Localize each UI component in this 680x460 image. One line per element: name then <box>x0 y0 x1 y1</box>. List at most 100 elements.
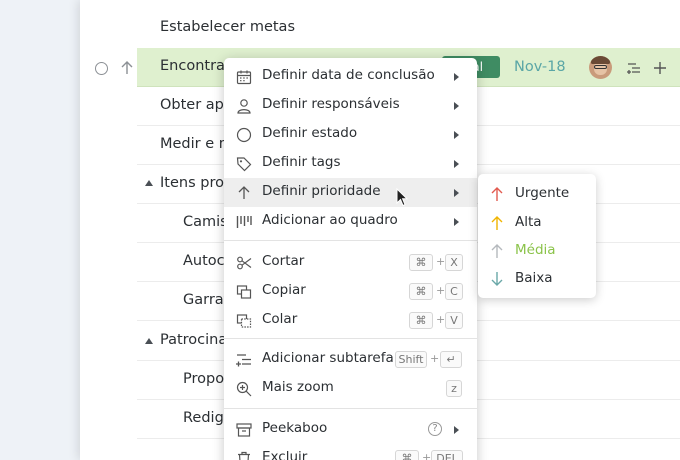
menu-item-set-tags[interactable]: Definir tags <box>224 149 477 178</box>
priority-label: Alta <box>515 214 542 230</box>
priority-option-high[interactable]: Alta <box>478 209 596 237</box>
menu-item-label: Definir estado <box>262 125 358 141</box>
menu-item-label: Mais zoom <box>262 379 334 395</box>
priority-label: Baixa <box>515 270 553 286</box>
menu-item-peekaboo[interactable]: Peekaboo ? <box>224 415 477 444</box>
board-icon <box>236 216 252 228</box>
menu-item-label: Definir tags <box>262 154 341 170</box>
paste-icon <box>236 314 252 328</box>
arrow-up-red-icon <box>491 187 503 201</box>
shortcut-plus: + <box>436 284 446 297</box>
priority-option-low[interactable]: Baixa <box>478 265 596 293</box>
menu-item-copy[interactable]: Copiar ⌘ + C <box>224 277 477 306</box>
arrow-up-gray-icon <box>491 244 503 258</box>
shortcut-key: C <box>445 283 463 300</box>
shortcut-key: Shift <box>395 351 427 368</box>
collapse-triangle-icon[interactable] <box>145 180 153 186</box>
copy-icon <box>236 285 252 299</box>
menu-item-label: Definir prioridade <box>262 183 381 199</box>
submenu-arrow-icon <box>454 218 459 226</box>
task-title: Patrocina <box>160 332 228 348</box>
trash-icon <box>238 451 250 460</box>
task-title: Estabelecer metas <box>160 19 295 35</box>
add-subtask-icon[interactable] <box>627 61 641 75</box>
priority-option-medium[interactable]: Média <box>478 237 596 265</box>
context-menu: Definir data de conclusão Definir respon… <box>224 58 477 460</box>
priority-label: Média <box>515 242 556 258</box>
task-title: Garraf <box>183 292 229 308</box>
priority-label: Urgente <box>515 185 570 201</box>
arrow-up-yellow-icon <box>491 216 503 230</box>
task-title: Itens pror <box>160 175 230 191</box>
shortcut-plus: + <box>422 451 432 460</box>
shortcut-key: X <box>445 254 463 271</box>
zoom-in-icon <box>236 381 252 397</box>
submenu-arrow-icon <box>454 131 459 139</box>
menu-item-label: Definir data de conclusão <box>262 67 435 83</box>
submenu-arrow-icon <box>454 426 459 434</box>
menu-item-cut[interactable]: Cortar ⌘ + X <box>224 248 477 277</box>
submenu-arrow-icon <box>454 189 459 197</box>
menu-item-label: Cortar <box>262 253 305 269</box>
menu-divider <box>224 408 477 409</box>
menu-item-label: Excluir <box>262 449 308 460</box>
task-title: Autoc <box>183 253 225 269</box>
due-date[interactable]: Nov-18 <box>514 59 566 75</box>
shortcut-key: DEL <box>431 450 463 460</box>
avatar[interactable] <box>589 56 612 79</box>
priority-option-urgent[interactable]: Urgente <box>478 180 596 208</box>
plus-icon[interactable] <box>653 61 667 75</box>
submenu-arrow-icon <box>454 102 459 110</box>
shortcut-plus: + <box>436 313 446 326</box>
arrow-up-icon[interactable] <box>120 60 134 76</box>
collapse-triangle-icon[interactable] <box>145 338 153 344</box>
priority-submenu: Urgente Alta Média Baixa <box>478 174 596 298</box>
menu-item-label: Colar <box>262 311 298 327</box>
complete-checkbox[interactable] <box>95 62 108 75</box>
calendar-icon <box>236 70 252 85</box>
menu-divider <box>224 240 477 241</box>
menu-item-set-due-date[interactable]: Definir data de conclusão <box>224 62 477 91</box>
scissors-icon <box>237 256 252 270</box>
task-title: Redigi <box>183 410 228 426</box>
shortcut-key: ⌘ <box>395 450 419 460</box>
menu-item-add-to-board[interactable]: Adicionar ao quadro <box>224 207 477 236</box>
person-icon <box>237 99 251 114</box>
task-title: Obter apr <box>160 97 230 113</box>
shortcut-key: ↵ <box>440 351 462 368</box>
menu-item-label: Definir responsáveis <box>262 96 400 112</box>
menu-item-set-status[interactable]: Definir estado <box>224 120 477 149</box>
shortcut-key: ⌘ <box>409 254 433 271</box>
shortcut-plus: + <box>436 255 446 268</box>
circle-icon <box>236 127 252 143</box>
shortcut-key: ⌘ <box>409 283 433 300</box>
menu-item-paste[interactable]: Colar ⌘ + V <box>224 306 477 335</box>
menu-item-label: Adicionar ao quadro <box>262 212 398 228</box>
help-icon[interactable]: ? <box>428 422 442 436</box>
menu-item-label: Adicionar subtarefa <box>262 350 394 366</box>
task-title: Medir e m <box>160 136 233 152</box>
tag-icon <box>236 157 252 172</box>
add-subtask-icon <box>236 354 251 367</box>
task-title: Propo <box>183 371 225 387</box>
menu-item-set-priority[interactable]: Definir prioridade <box>224 178 477 207</box>
shortcut-plus: + <box>430 352 440 365</box>
submenu-arrow-icon <box>454 160 459 168</box>
menu-item-label: Peekaboo <box>262 420 328 436</box>
shortcut-key: z <box>446 380 462 397</box>
arrow-down-teal-icon <box>491 272 503 286</box>
menu-item-label: Copiar <box>262 282 306 298</box>
task-title: Camis <box>183 214 228 230</box>
shortcut-key: ⌘ <box>409 312 433 329</box>
menu-item-set-assignees[interactable]: Definir responsáveis <box>224 91 477 120</box>
menu-item-add-subtask[interactable]: Adicionar subtarefa Shift + ↵ <box>224 345 477 374</box>
task-row[interactable]: Estabelecer metas <box>137 9 680 48</box>
submenu-arrow-icon <box>454 73 459 81</box>
menu-item-delete[interactable]: Excluir ⌘ + DEL <box>224 444 477 460</box>
menu-item-zoom-in[interactable]: Mais zoom z <box>224 374 477 403</box>
task-title: Encontrar <box>160 58 231 74</box>
menu-divider <box>224 338 477 339</box>
arrow-up-icon <box>238 186 250 199</box>
shortcut-key: V <box>445 312 463 329</box>
archive-icon <box>236 423 252 437</box>
